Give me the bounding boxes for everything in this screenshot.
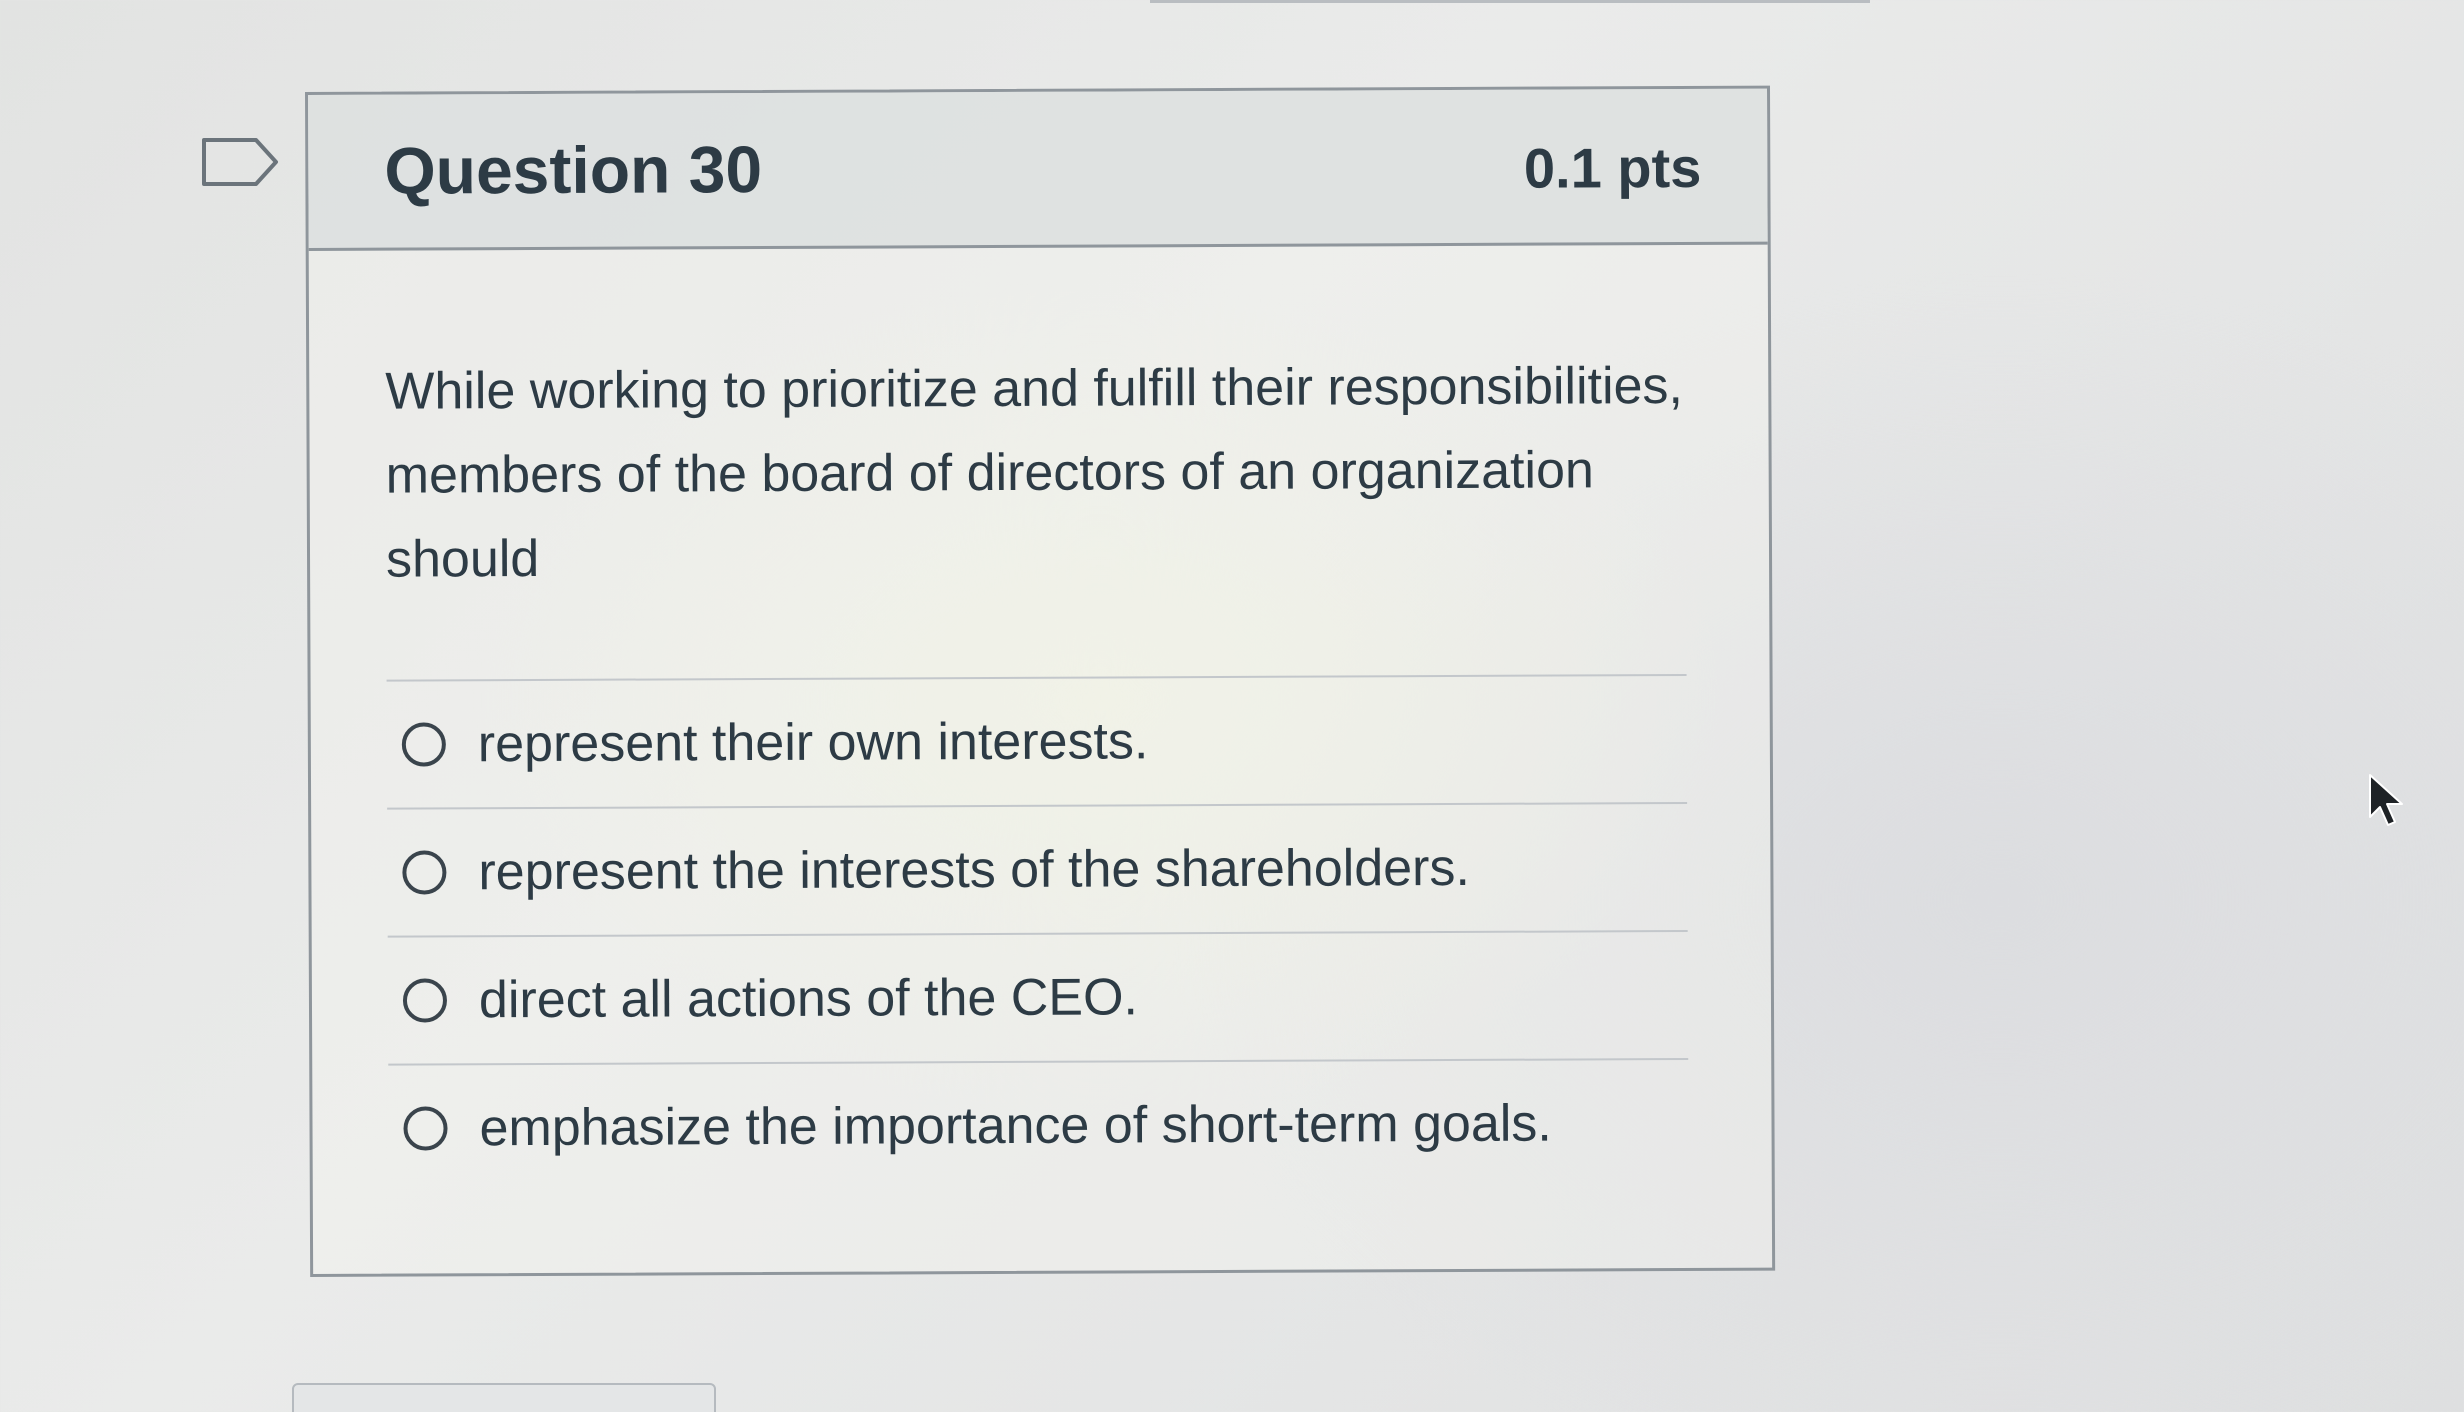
answer-label[interactable]: represent their own interests. bbox=[478, 711, 1149, 774]
answer-label[interactable]: represent the interests of the sharehold… bbox=[478, 838, 1470, 902]
question-header: Question 30 0.1 pts bbox=[308, 88, 1768, 251]
question-text: While working to prioritize and fulfill … bbox=[385, 356, 1684, 589]
question-title: Question 30 bbox=[384, 132, 763, 208]
question-card: Question 30 0.1 pts While working to pri… bbox=[305, 85, 1776, 1277]
top-divider bbox=[1150, 0, 1870, 3]
radio-button[interactable] bbox=[402, 850, 447, 895]
question-points: 0.1 pts bbox=[1523, 135, 1702, 200]
answer-label[interactable]: emphasize the importance of short-term g… bbox=[479, 1094, 1552, 1159]
radio-button[interactable] bbox=[401, 722, 446, 767]
radio-button[interactable] bbox=[402, 978, 448, 1023]
mouse-pointer-icon bbox=[2369, 774, 2403, 826]
answer-label[interactable]: direct all actions of the CEO. bbox=[479, 967, 1138, 1030]
answer-option-3[interactable]: direct all actions of the CEO. bbox=[387, 931, 1689, 1066]
next-question-card-edge bbox=[292, 1383, 716, 1412]
answer-option-1[interactable]: represent their own interests. bbox=[386, 675, 1688, 810]
answer-option-4[interactable]: emphasize the importance of short-term g… bbox=[388, 1060, 1689, 1192]
answer-list: represent their own interests. represent… bbox=[386, 673, 1689, 1192]
radio-button[interactable] bbox=[403, 1106, 448, 1151]
flag-question-icon[interactable] bbox=[200, 136, 280, 188]
answer-option-2[interactable]: represent the interests of the sharehold… bbox=[387, 803, 1688, 938]
